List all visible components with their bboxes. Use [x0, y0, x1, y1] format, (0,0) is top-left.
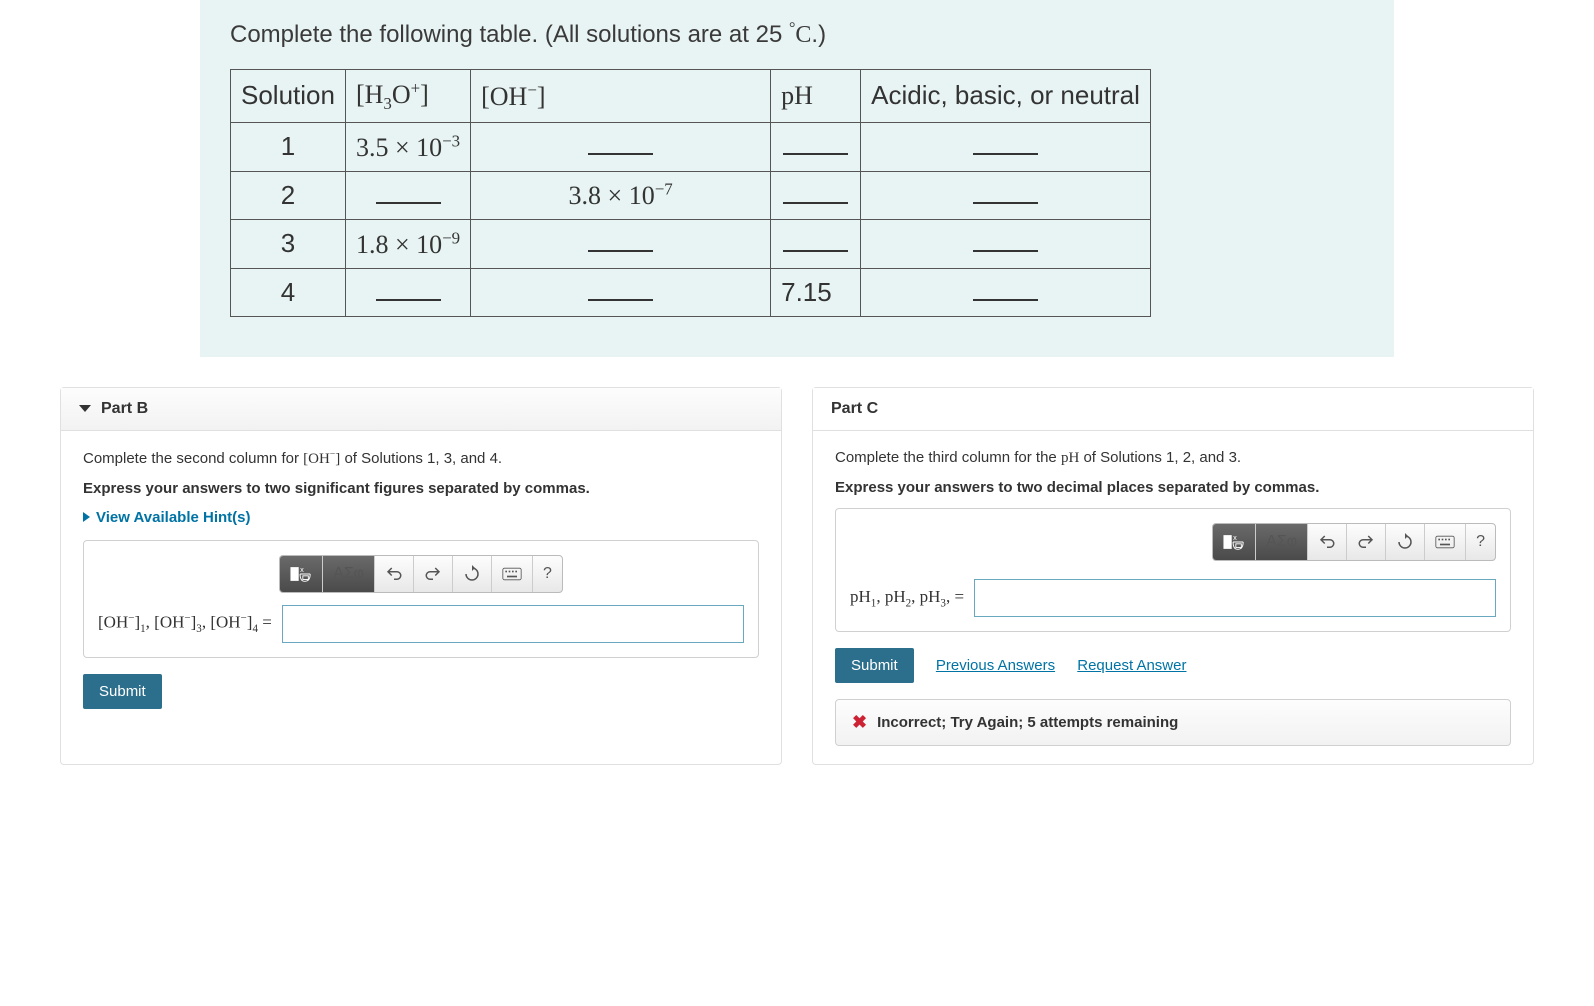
col-ph: pH [771, 70, 861, 123]
col-oh: [OH−] [471, 70, 771, 123]
cell-n: 2 [231, 171, 346, 220]
cell-oh: 3.8 × 10−7 [471, 171, 771, 220]
caret-right-icon [83, 512, 90, 522]
cell-oh [471, 122, 771, 171]
data-table: Solution [H3O+] [OH−] pH Acidic, basic, … [230, 69, 1151, 317]
col-classify: Acidic, basic, or neutral [861, 70, 1151, 123]
part-c-express: Express your answers to two decimal plac… [835, 479, 1511, 496]
cell-classify [861, 122, 1151, 171]
cell-classify [861, 268, 1151, 316]
cell-oh [471, 220, 771, 269]
equation-toolbar: x ΑΣφ ? [1212, 523, 1496, 561]
part-b-instruction: Complete the second column for [OH−] of … [83, 449, 759, 468]
caret-down-icon [79, 405, 91, 412]
reset-button[interactable] [453, 556, 492, 592]
cell-classify [861, 171, 1151, 220]
prompt-after: .) [811, 21, 826, 48]
templates-button[interactable]: x [1213, 524, 1256, 560]
answer-input-c[interactable] [974, 579, 1496, 617]
part-c-instruction: Complete the third column for the pH of … [835, 449, 1511, 467]
table-row: 1 3.5 × 10−3 [231, 122, 1151, 171]
answer-label-c: pH1, pH2, pH3, = [850, 587, 964, 609]
redo-button[interactable] [414, 556, 453, 592]
part-b-title: Part B [101, 400, 148, 418]
answer-box-b: x ΑΣφ ? [OH−]1, [OH−]3, [OH−]4 = [83, 540, 759, 658]
problem-statement: Complete the following table. (All solut… [200, 0, 1394, 357]
cell-h3o: 3.5 × 10−3 [345, 122, 470, 171]
equation-toolbar: x ΑΣφ ? [279, 555, 563, 593]
request-answer-link[interactable]: Request Answer [1077, 657, 1186, 674]
col-solution: Solution [231, 70, 346, 123]
answer-label-b: [OH−]1, [OH−]3, [OH−]4 = [98, 612, 272, 635]
table-row: 2 3.8 × 10−7 [231, 171, 1151, 220]
reset-button[interactable] [1386, 524, 1425, 560]
feedback-box: ✖ Incorrect; Try Again; 5 attempts remai… [835, 699, 1511, 746]
feedback-text: Incorrect; Try Again; 5 attempts remaini… [877, 714, 1178, 731]
cell-n: 4 [231, 268, 346, 316]
answer-box-c: x ΑΣφ ? pH1, pH2, pH3, = [835, 508, 1511, 632]
help-button[interactable]: ? [1466, 524, 1495, 560]
undo-button[interactable] [375, 556, 414, 592]
previous-answers-link[interactable]: Previous Answers [936, 657, 1055, 674]
undo-button[interactable] [1308, 524, 1347, 560]
svg-text:x: x [300, 565, 304, 574]
symbols-button[interactable]: ΑΣφ [323, 556, 375, 592]
prompt-before: Complete the following table. (All solut… [230, 21, 789, 48]
cell-ph [771, 122, 861, 171]
part-c-header[interactable]: Part C [813, 388, 1533, 431]
cell-h3o [345, 268, 470, 316]
action-row-c: Submit Previous Answers Request Answer [835, 648, 1511, 683]
table-row: 3 1.8 × 10−9 [231, 220, 1151, 269]
table-header-row: Solution [H3O+] [OH−] pH Acidic, basic, … [231, 70, 1151, 123]
cell-n: 1 [231, 122, 346, 171]
svg-text:x: x [1233, 533, 1237, 542]
cell-ph: 7.15 [771, 268, 861, 316]
part-b-header[interactable]: Part B [61, 388, 781, 431]
part-b-panel: Part B Complete the second column for [O… [60, 387, 782, 765]
cell-n: 3 [231, 220, 346, 269]
submit-button-b[interactable]: Submit [83, 674, 162, 709]
col-h3o: [H3O+] [345, 70, 470, 123]
prompt-text: Complete the following table. (All solut… [230, 20, 1364, 49]
cell-classify [861, 220, 1151, 269]
cell-h3o [345, 171, 470, 220]
view-hints-link[interactable]: View Available Hint(s) [83, 509, 251, 526]
cell-oh [471, 268, 771, 316]
part-b-express: Express your answers to two significant … [83, 480, 759, 497]
templates-button[interactable]: x [280, 556, 323, 592]
part-c-title: Part C [831, 400, 878, 418]
help-button[interactable]: ? [533, 556, 562, 592]
cell-ph [771, 220, 861, 269]
cell-h3o: 1.8 × 10−9 [345, 220, 470, 269]
keyboard-button[interactable] [492, 556, 533, 592]
answer-input-b[interactable] [282, 605, 744, 643]
redo-button[interactable] [1347, 524, 1386, 560]
cell-ph [771, 171, 861, 220]
prompt-unit: C [795, 22, 811, 48]
submit-button-c[interactable]: Submit [835, 648, 914, 683]
symbols-button[interactable]: ΑΣφ [1256, 524, 1308, 560]
x-icon: ✖ [852, 712, 867, 733]
part-c-panel: Part C Complete the third column for the… [812, 387, 1534, 765]
keyboard-button[interactable] [1425, 524, 1466, 560]
table-row: 4 7.15 [231, 268, 1151, 316]
